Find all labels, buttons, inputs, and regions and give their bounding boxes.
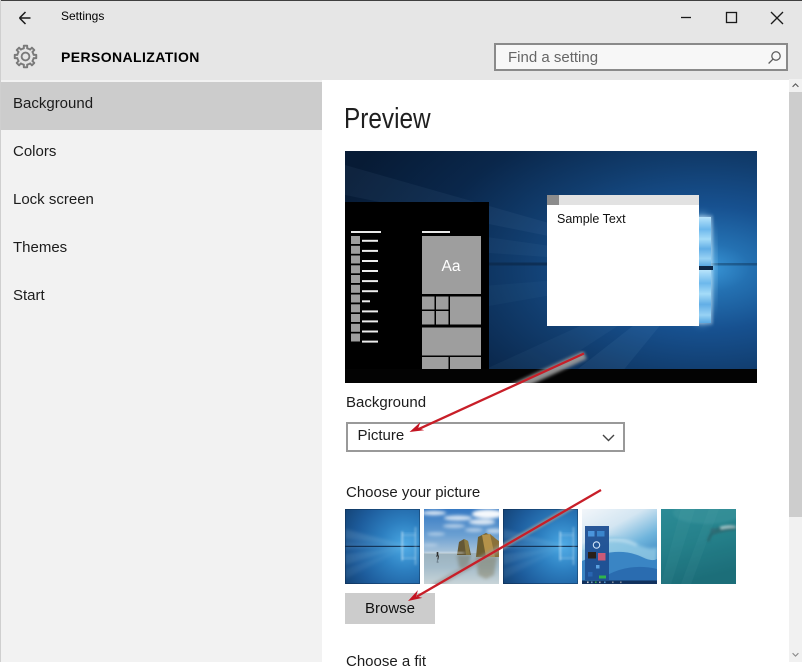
svg-text:Aa: Aa (442, 258, 461, 275)
svg-text:Sample Text: Sample Text (557, 212, 626, 226)
